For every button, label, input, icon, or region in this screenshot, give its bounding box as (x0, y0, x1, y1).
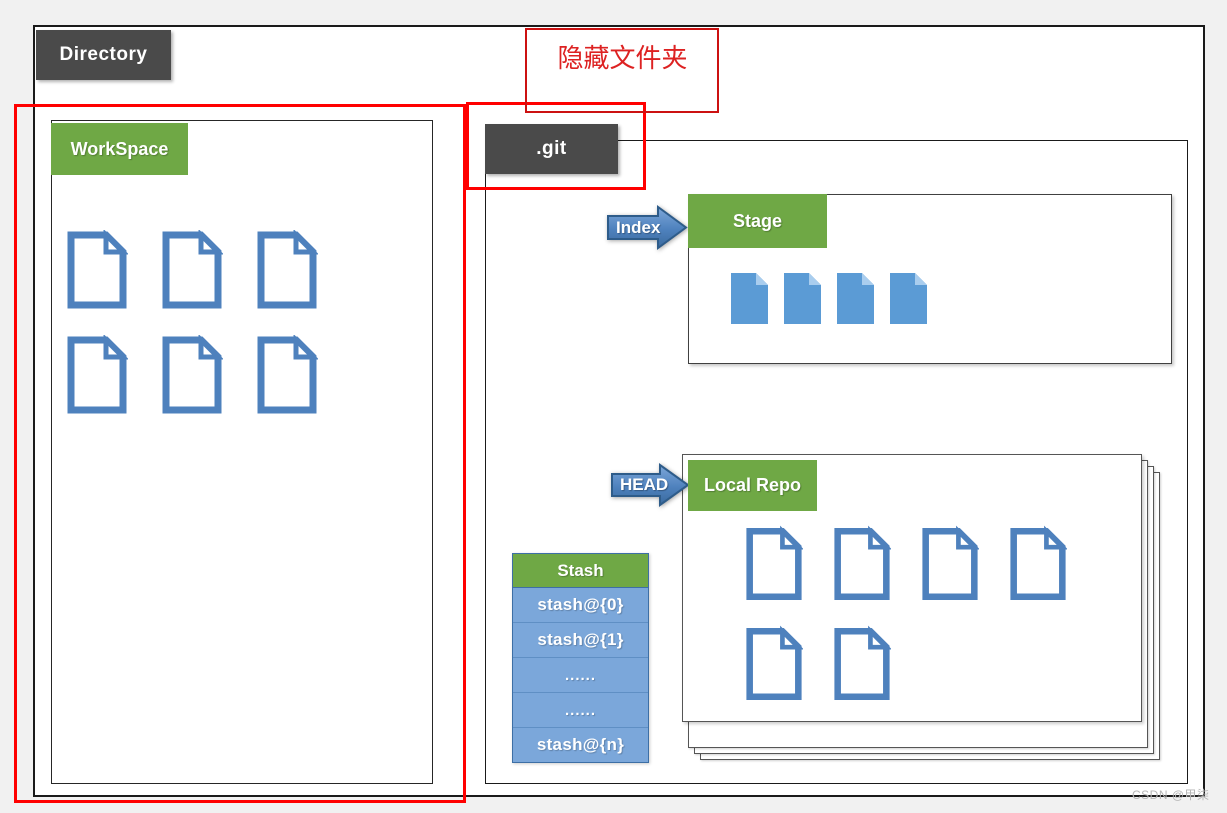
file-slot (833, 625, 921, 725)
stash-row-label: stash@{0} (537, 595, 624, 614)
file-icon-outline (834, 525, 891, 601)
watermark: CSDN @甲柒 (1132, 788, 1210, 802)
workspace-panel (51, 120, 433, 784)
index-arrow-label: Index (616, 217, 661, 237)
file-slot (256, 335, 351, 440)
stash-row-label: ...... (564, 701, 596, 719)
workspace-label: WorkSpace (70, 138, 169, 159)
head-arrow-label: HEAD (620, 475, 669, 494)
file-slot (833, 525, 921, 625)
file-icon-outline (746, 625, 803, 701)
file-slot (66, 335, 161, 440)
file-slot (161, 230, 256, 335)
file-icon-outline (257, 230, 318, 309)
file-slot (1009, 525, 1097, 625)
workspace-label-chip: WorkSpace (51, 123, 188, 175)
stash-row[interactable]: ...... (513, 658, 648, 693)
file-icon-outline (67, 335, 128, 414)
file-icon-outline (257, 335, 318, 414)
stash-table-header: Stash (513, 554, 648, 588)
stash-header-label: Stash (557, 560, 604, 580)
head-arrow: HEAD (610, 462, 690, 508)
git-label-chip: .git (485, 124, 618, 174)
stash-row-label: stash@{1} (537, 630, 624, 649)
stash-row-label: ...... (564, 666, 596, 684)
file-icon-filled (731, 273, 768, 324)
file-slot (745, 625, 833, 725)
file-slot (256, 230, 351, 335)
stage-label: Stage (732, 210, 783, 231)
file-icon-outline (67, 230, 128, 309)
file-icon-outline (1010, 525, 1067, 601)
directory-label: Directory (59, 44, 148, 65)
stash-row[interactable]: ...... (513, 693, 648, 728)
file-icon-filled (784, 273, 821, 324)
file-icon-outline (746, 525, 803, 601)
file-slot (921, 525, 1009, 625)
stage-label-chip: Stage (688, 194, 827, 248)
local-repo-label-chip: Local Repo (688, 460, 817, 511)
stash-row[interactable]: stash@{0} (513, 588, 648, 623)
local-repo-file-group (745, 525, 1145, 725)
index-arrow: Index (606, 204, 688, 251)
stage-file-group (730, 272, 928, 325)
file-icon-filled (890, 273, 927, 324)
file-slot (66, 230, 161, 335)
file-icon-outline (162, 335, 223, 414)
diagram-canvas: Directory WorkSpace .git Index Stage HEA… (0, 0, 1227, 813)
stash-row-label: stash@{n} (536, 735, 625, 754)
file-slot (745, 525, 833, 625)
local-repo-label: Local Repo (703, 475, 801, 495)
file-icon-filled (837, 273, 874, 324)
red-annotation-note-text: 隐藏文件夹 (557, 43, 688, 74)
file-icon-outline (162, 230, 223, 309)
workspace-file-group (66, 230, 436, 430)
stash-row[interactable]: stash@{1} (513, 623, 648, 658)
stash-table: Stash stash@{0} stash@{1} ...... ...... … (512, 553, 649, 763)
directory-label-chip: Directory (36, 30, 171, 80)
file-slot (161, 335, 256, 440)
file-icon-outline (922, 525, 979, 601)
git-label: .git (536, 138, 567, 159)
file-icon-outline (834, 625, 891, 701)
stash-row[interactable]: stash@{n} (513, 728, 648, 762)
